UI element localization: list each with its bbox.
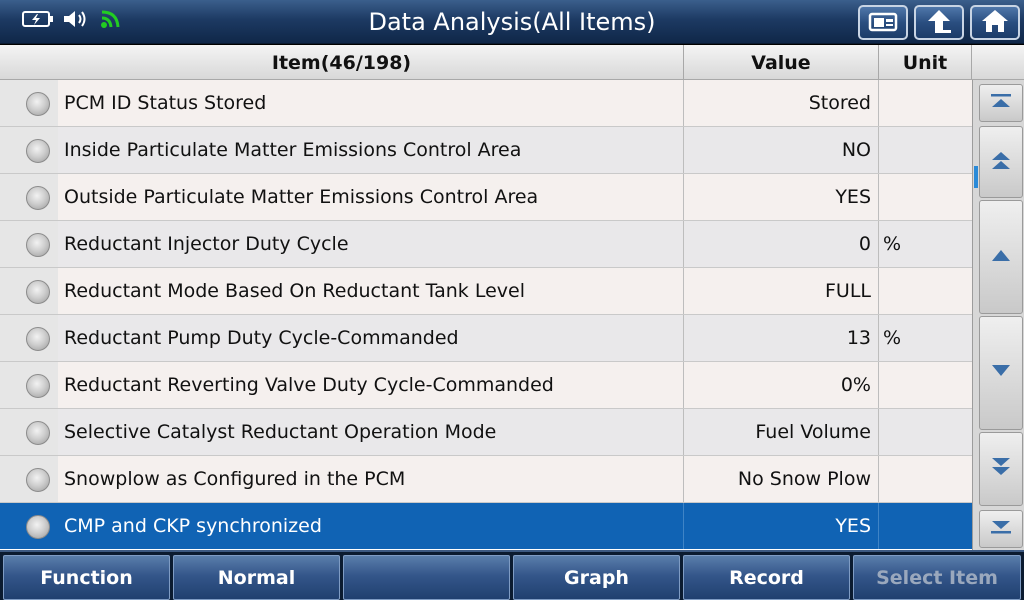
radio-button[interactable] bbox=[26, 186, 50, 210]
back-button[interactable] bbox=[914, 5, 964, 40]
item-cell: Reductant Injector Duty Cycle bbox=[0, 221, 684, 267]
empty-button[interactable] bbox=[343, 555, 510, 600]
table-row[interactable]: Inside Particulate Matter Emissions Cont… bbox=[0, 127, 972, 174]
function-button[interactable]: Function bbox=[3, 555, 170, 600]
table-row[interactable]: Outside Particulate Matter Emissions Con… bbox=[0, 174, 972, 221]
scroll-bottom-icon bbox=[989, 518, 1013, 540]
value-cell: Fuel Volume Control bbox=[684, 409, 879, 489]
item-label: Snowplow as Configured in the PCM bbox=[64, 468, 406, 490]
line-down-icon bbox=[989, 363, 1013, 383]
radio-button[interactable] bbox=[26, 374, 50, 398]
item-cell: PCM ID Status Stored bbox=[0, 80, 684, 126]
radio-button[interactable] bbox=[26, 421, 50, 445]
function-bar: Function Normal Graph Record Select Item bbox=[0, 550, 1024, 600]
value-cell: 0 bbox=[684, 221, 879, 267]
item-label: Outside Particulate Matter Emissions Con… bbox=[64, 186, 539, 208]
radio-button[interactable] bbox=[26, 233, 50, 257]
table-row[interactable]: PCM ID Status Stored Stored bbox=[0, 80, 972, 127]
record-button[interactable]: Record bbox=[683, 555, 850, 600]
unit-cell bbox=[879, 456, 972, 502]
unit-cell: % bbox=[879, 315, 972, 361]
table-row[interactable]: Reductant Injector Duty Cycle 0 % bbox=[0, 221, 972, 268]
item-cell: Inside Particulate Matter Emissions Cont… bbox=[0, 127, 684, 173]
item-label: Selective Catalyst Reductant Operation M… bbox=[64, 421, 497, 443]
table-row[interactable]: Reductant Reverting Valve Duty Cycle-Com… bbox=[0, 362, 972, 409]
item-label: Reductant Injector Duty Cycle bbox=[64, 233, 349, 255]
value-cell: No Snow Plow bbox=[684, 456, 879, 502]
value-cell: NO bbox=[684, 127, 879, 173]
item-label: Inside Particulate Matter Emissions Cont… bbox=[64, 139, 522, 161]
value-cell: Stored bbox=[684, 80, 879, 126]
value-cell: FULL bbox=[684, 268, 879, 314]
scroll-column bbox=[972, 80, 1024, 550]
radio-button[interactable] bbox=[26, 280, 50, 304]
column-header-unit[interactable]: Unit bbox=[879, 45, 972, 80]
item-label: Reductant Mode Based On Reductant Tank L… bbox=[64, 280, 525, 302]
radio-button[interactable] bbox=[26, 468, 50, 492]
page-up-button[interactable] bbox=[979, 126, 1023, 198]
line-down-button[interactable] bbox=[979, 316, 1023, 430]
item-label: Reductant Reverting Valve Duty Cycle-Com… bbox=[64, 374, 554, 396]
item-cell: Snowplow as Configured in the PCM bbox=[0, 456, 684, 502]
table-row[interactable]: Selective Catalyst Reductant Operation M… bbox=[0, 409, 972, 489]
value-cell: YES bbox=[684, 174, 879, 220]
column-header-blank bbox=[972, 45, 1024, 80]
title-bar: Data Analysis(All Items) bbox=[0, 0, 1024, 44]
table-header: Item(46/198) Value Unit bbox=[0, 45, 1024, 80]
home-button[interactable] bbox=[970, 5, 1020, 40]
unit-cell bbox=[879, 268, 972, 314]
table-row[interactable]: Reductant Mode Based On Reductant Tank L… bbox=[0, 268, 972, 315]
data-table: PCM ID Status Stored Stored Inside Parti… bbox=[0, 80, 972, 550]
radio-button[interactable] bbox=[26, 515, 50, 539]
unit-cell bbox=[879, 362, 972, 408]
item-cell: Outside Particulate Matter Emissions Con… bbox=[0, 174, 684, 220]
radio-button[interactable] bbox=[26, 92, 50, 116]
unit-cell bbox=[879, 80, 972, 126]
page-up-icon bbox=[989, 148, 1013, 176]
unit-cell bbox=[879, 174, 972, 220]
page-down-icon bbox=[989, 455, 1013, 483]
scroll-top-icon bbox=[989, 92, 1013, 114]
scroll-position-indicator bbox=[974, 166, 978, 188]
column-header-value[interactable]: Value bbox=[684, 45, 879, 80]
back-arrow-icon bbox=[925, 8, 953, 38]
value-cell: 0% bbox=[684, 362, 879, 408]
page-down-button[interactable] bbox=[979, 432, 1023, 506]
unit-cell bbox=[879, 409, 972, 455]
radio-button[interactable] bbox=[26, 139, 50, 163]
home-icon bbox=[981, 8, 1009, 38]
graph-button[interactable]: Graph bbox=[513, 555, 680, 600]
unit-cell bbox=[879, 127, 972, 173]
unit-cell: % bbox=[879, 221, 972, 267]
scroll-bottom-button[interactable] bbox=[979, 510, 1023, 548]
screenshot-icon bbox=[868, 10, 898, 36]
unit-cell bbox=[879, 503, 972, 549]
column-header-item[interactable]: Item(46/198) bbox=[0, 45, 684, 80]
radio-button[interactable] bbox=[26, 327, 50, 351]
table-row-selected[interactable]: CMP and CKP synchronized YES bbox=[0, 503, 972, 550]
value-cell: 13 bbox=[684, 315, 879, 361]
select-item-button: Select Item bbox=[853, 555, 1021, 600]
normal-button[interactable]: Normal bbox=[173, 555, 340, 600]
item-label: CMP and CKP synchronized bbox=[64, 515, 322, 537]
table-row[interactable]: Snowplow as Configured in the PCM No Sno… bbox=[0, 456, 972, 503]
item-label: PCM ID Status Stored bbox=[64, 92, 267, 114]
line-up-icon bbox=[989, 247, 1013, 267]
screenshot-button[interactable] bbox=[858, 5, 908, 40]
line-up-button[interactable] bbox=[979, 200, 1023, 314]
item-cell: CMP and CKP synchronized bbox=[0, 503, 684, 549]
value-cell: YES bbox=[684, 503, 879, 549]
item-cell: Reductant Mode Based On Reductant Tank L… bbox=[0, 268, 684, 314]
item-cell: Reductant Reverting Valve Duty Cycle-Com… bbox=[0, 362, 684, 408]
item-cell: Selective Catalyst Reductant Operation M… bbox=[0, 409, 684, 455]
scroll-top-button[interactable] bbox=[979, 84, 1023, 122]
item-label: Reductant Pump Duty Cycle-Commanded bbox=[64, 327, 459, 349]
table-row[interactable]: Reductant Pump Duty Cycle-Commanded 13 % bbox=[0, 315, 972, 362]
item-cell: Reductant Pump Duty Cycle-Commanded bbox=[0, 315, 684, 361]
